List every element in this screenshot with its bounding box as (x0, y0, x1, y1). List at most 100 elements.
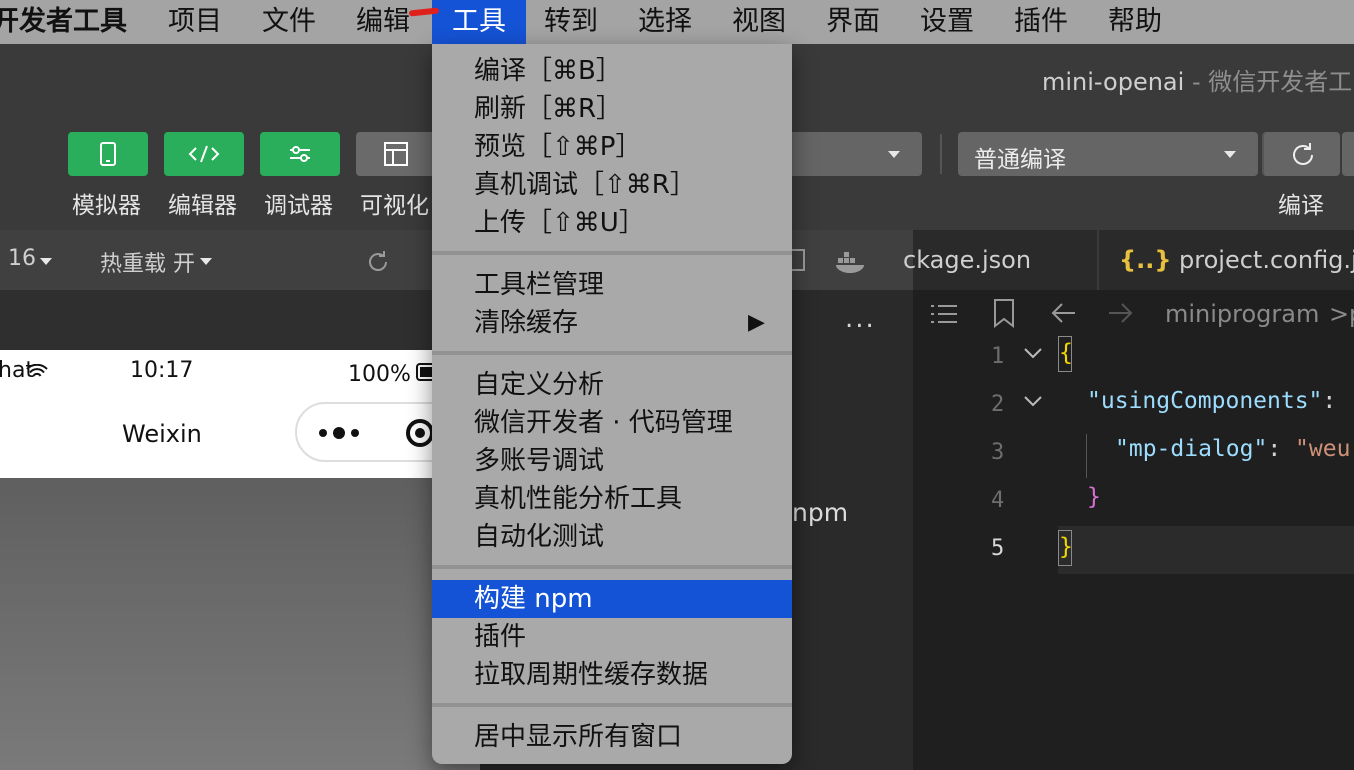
menu-item-plugins[interactable]: 插件 (432, 618, 792, 656)
menu-item-build-npm[interactable]: 构建 npm (432, 580, 792, 618)
menu-view[interactable]: 视图 (732, 0, 786, 44)
menu-separator (432, 703, 792, 707)
tab-label: ckage.json (903, 246, 1032, 274)
code-line-3: "mp-dialog": "weu (1115, 436, 1350, 462)
json-icon: {..} (1119, 246, 1172, 274)
compile-label: 编译 (1278, 193, 1324, 219)
arrow-left-icon[interactable] (1051, 302, 1077, 324)
menu-item-perf-analysis[interactable]: 真机性能分析工具 (432, 480, 792, 518)
menu-settings[interactable]: 设置 (920, 0, 974, 44)
menu-item-fetch-cache[interactable]: 拉取周期性缓存数据 (432, 656, 792, 694)
toolbar-extra-button[interactable] (1342, 132, 1354, 176)
menu-project[interactable]: 项目 (168, 0, 222, 44)
json-colon: : (1267, 436, 1282, 462)
bookmark-icon[interactable] (993, 298, 1015, 328)
visual-label: 可视化 (360, 193, 429, 219)
menubar-app-name[interactable]: 开发者工具 (0, 0, 127, 44)
menu-item-multi-account[interactable]: 多账号调试 (432, 442, 792, 480)
chevron-down-icon (888, 151, 900, 158)
menu-edit[interactable]: 编辑 (356, 0, 410, 44)
code-line-5: } (1059, 534, 1073, 560)
menu-item-code-management[interactable]: 微信开发者 · 代码管理 (432, 404, 792, 442)
simulator-page (0, 478, 480, 770)
status-time: 10:17 (130, 358, 194, 383)
json-key: "usingComponents" (1087, 388, 1323, 414)
code-icon (188, 145, 220, 163)
menu-item-auto-test[interactable]: 自动化测试 (432, 518, 792, 556)
more-dots-icon[interactable] (317, 424, 365, 442)
debugger-label: 调试器 (264, 193, 333, 219)
code-line-2: "usingComponents": (1087, 388, 1336, 414)
json-key: "mp-dialog" (1115, 436, 1268, 462)
compile-button[interactable] (1262, 132, 1340, 176)
menu-select[interactable]: 选择 (638, 0, 692, 44)
wifi-icon (26, 364, 48, 377)
menu-tools[interactable]: 工具 (432, 0, 526, 44)
indent-guide (1086, 434, 1087, 478)
menubar: 开发者工具 项目 文件 编辑 工具 转到 选择 视图 界面 设置 插件 帮助 (0, 0, 1354, 44)
menu-file[interactable]: 文件 (262, 0, 316, 44)
line-number: 1 (991, 344, 1005, 369)
menu-item-compile[interactable]: 编译［⌘B］ (432, 52, 792, 90)
menu-item-toolbar-manage[interactable]: 工具栏管理 (432, 266, 792, 304)
menu-item-upload[interactable]: 上传［⇧⌘U］ (432, 204, 792, 242)
phone-icon (100, 142, 116, 166)
simulator-header (0, 290, 480, 350)
code-line-4: } (1087, 484, 1101, 510)
compile-mode-select[interactable]: 普通编译 (958, 132, 1258, 176)
editor-label: 编辑器 (168, 193, 237, 219)
line-number: 2 (991, 392, 1005, 417)
tab-label: project.config.js (1179, 246, 1354, 274)
json-string: "weu (1295, 436, 1351, 462)
menu-item-clear-cache[interactable]: 清除缓存 (432, 304, 792, 342)
fold-chevron-icon[interactable] (1023, 346, 1043, 360)
menu-item-preview[interactable]: 预览［⇧⌘P］ (432, 128, 792, 166)
menu-item-custom-analysis[interactable]: 自定义分析 (432, 366, 792, 404)
tab-divider (1097, 230, 1099, 290)
arrow-right-icon[interactable] (1107, 302, 1133, 324)
menu-plugins[interactable]: 插件 (1014, 0, 1068, 44)
breadcrumb-folder[interactable]: miniprogram (1165, 300, 1319, 328)
menu-item-refresh[interactable]: 刷新［⌘R］ (432, 90, 792, 128)
app-title-suffix: - 微信开发者工 (1184, 68, 1353, 96)
explorer-more-button[interactable]: ... (845, 304, 876, 334)
menu-goto[interactable]: 转到 (544, 0, 598, 44)
close-capsule-icon[interactable] (405, 418, 435, 448)
simulator-label: 模拟器 (72, 193, 141, 219)
tab-project-config[interactable]: {..} project.config.js (1119, 246, 1354, 274)
toolbar-divider (940, 134, 942, 174)
explorer-row[interactable]: npm (792, 498, 848, 527)
hot-reload-toggle[interactable]: 热重载 开 (100, 246, 195, 278)
menu-item-remote-debug[interactable]: 真机调试［⇧⌘R］ (432, 166, 792, 204)
compile-mode-value: 普通编译 (974, 147, 1066, 173)
zoom-select[interactable]: 16 (8, 246, 36, 271)
debugger-button[interactable] (260, 132, 340, 176)
tools-dropdown-menu: 编译［⌘B］ 刷新［⌘R］ 预览［⇧⌘P］ 真机调试［⇧⌘R］ 上传［⇧⌘U］ … (432, 44, 792, 764)
menu-interface[interactable]: 界面 (826, 0, 880, 44)
rotate-icon[interactable] (364, 248, 392, 276)
simulator-button[interactable] (68, 132, 148, 176)
editor-tabs: ckage.json {..} project.config.js (903, 230, 1354, 290)
mode-select[interactable] (780, 132, 922, 176)
menu-separator (432, 565, 792, 569)
breadcrumb-separator: > (1329, 300, 1350, 328)
tab-package-json[interactable]: ckage.json (903, 246, 1031, 274)
chevron-down-icon (1224, 151, 1236, 158)
breadcrumb-file[interactable]: p (1349, 300, 1354, 328)
submenu-arrow-icon: ▶ (748, 310, 765, 335)
visual-button[interactable] (356, 132, 436, 176)
list-icon[interactable] (929, 302, 959, 326)
fold-chevron-icon[interactable] (1023, 394, 1043, 408)
window-title: mini-openai - 微信开发者工 (1042, 62, 1352, 97)
docker-icon[interactable] (834, 248, 868, 274)
current-line-highlight (1058, 526, 1354, 574)
code-editor[interactable]: miniprogram > p 1 2 3 4 5 { "usingCompon… (913, 290, 1354, 770)
menu-separator (432, 251, 792, 255)
nav-title: Weixin (122, 420, 202, 448)
chevron-down-icon (40, 258, 52, 265)
menu-help[interactable]: 帮助 (1108, 0, 1162, 44)
phone-status-and-nav: hat 10:17 100% Weixin (0, 350, 480, 478)
sliders-icon (290, 146, 310, 162)
editor-button[interactable] (164, 132, 244, 176)
menu-item-center-windows[interactable]: 居中显示所有窗口 (432, 718, 792, 756)
